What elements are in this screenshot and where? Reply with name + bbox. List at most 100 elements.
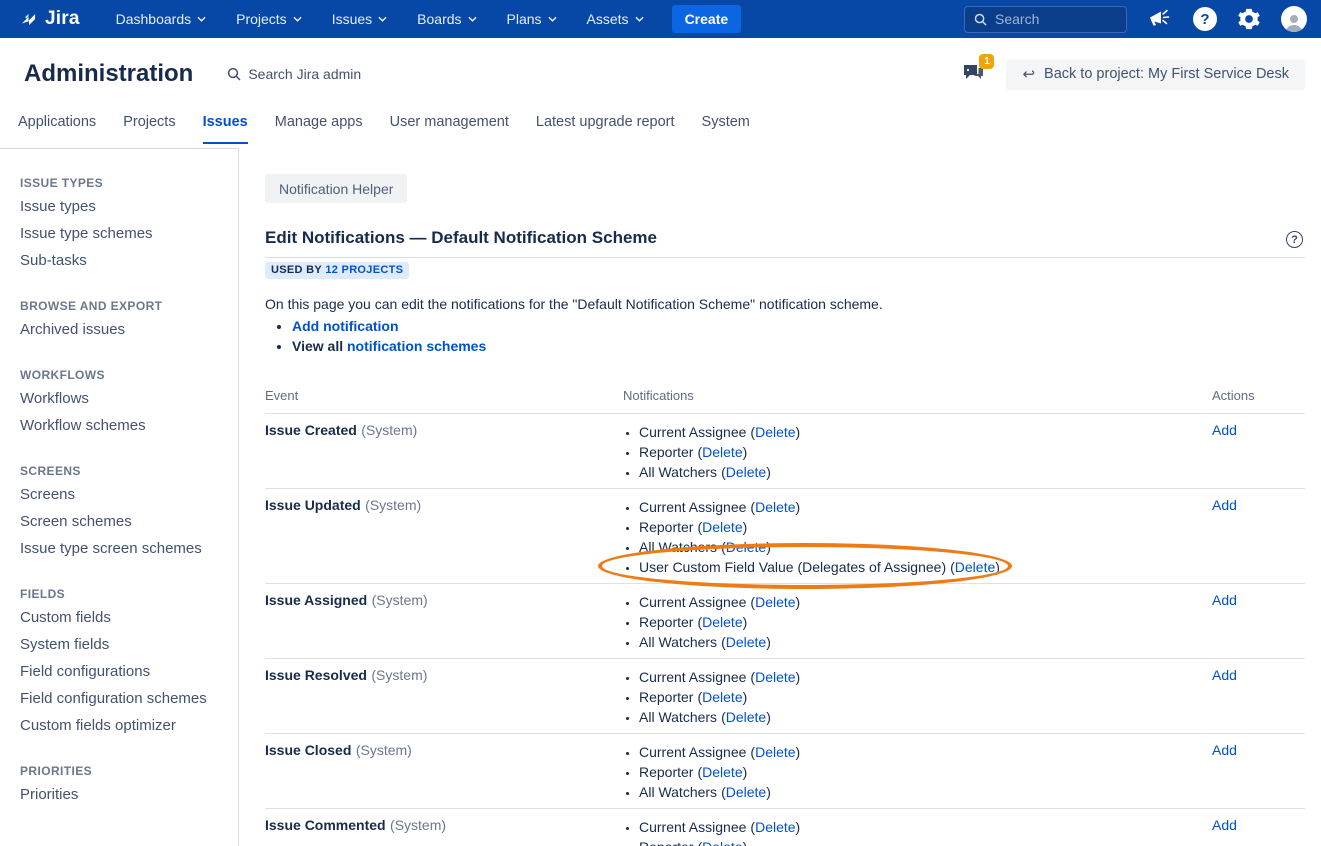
delete-link[interactable]: Delete [702, 839, 742, 846]
admin-header-right: 1 ↩︎ Back to project: My First Service D… [962, 59, 1305, 90]
sidebar-item-sub-tasks[interactable]: Sub-tasks [0, 247, 238, 274]
delete-link[interactable]: Delete [755, 424, 795, 440]
notification-item: Current Assignee(Delete) [639, 497, 1212, 517]
sidebar-section-issue-types: ISSUE TYPES [20, 176, 218, 190]
sidebar-item-issue-types[interactable]: Issue types [0, 193, 238, 220]
delete-link[interactable]: Delete [702, 519, 742, 535]
sidebar-item-issue-type-screen-schemes[interactable]: Issue type screen schemes [0, 535, 238, 562]
sidebar-section-workflows: WORKFLOWS [20, 368, 218, 382]
help-icon[interactable]: ? [1193, 7, 1217, 31]
column-header-event: Event [265, 388, 623, 403]
notification-item: All Watchers(Delete) [639, 707, 1212, 727]
jira-logo-icon [18, 9, 39, 30]
notification-item: Reporter(Delete) [639, 517, 1212, 537]
notification-item: Reporter(Delete) [639, 442, 1212, 462]
delete-link[interactable]: Delete [755, 669, 795, 685]
jira-logo[interactable]: Jira [18, 8, 80, 30]
add-link[interactable]: Add [1212, 497, 1237, 513]
help-icon[interactable]: ? [1286, 231, 1303, 248]
delete-link[interactable]: Delete [702, 689, 742, 705]
delete-link[interactable]: Delete [726, 709, 766, 725]
sidebar-item-workflows[interactable]: Workflows [0, 385, 238, 412]
sidebar-item-field-configuration-schemes[interactable]: Field configuration schemes [0, 685, 238, 712]
tab-manage-apps[interactable]: Manage apps [275, 114, 363, 144]
search-icon [227, 67, 241, 81]
delete-link[interactable]: Delete [755, 499, 795, 515]
delete-link[interactable]: Delete [726, 539, 766, 555]
notification-item: All Watchers(Delete) [639, 632, 1212, 652]
feedback-megaphone-icon[interactable] [1148, 8, 1172, 30]
sidebar-item-issue-type-schemes[interactable]: Issue type schemes [0, 220, 238, 247]
sidebar-item-system-fields[interactable]: System fields [0, 631, 238, 658]
create-button[interactable]: Create [672, 5, 742, 33]
table-row-issue-closed: Issue Closed (System) Current Assignee(D… [265, 734, 1305, 809]
admin-search-input[interactable]: Search Jira admin [227, 66, 361, 82]
sidebar-item-workflow-schemes[interactable]: Workflow schemes [0, 412, 238, 439]
sidebar-item-screen-schemes[interactable]: Screen schemes [0, 508, 238, 535]
sidebar-item-archived-issues[interactable]: Archived issues [0, 316, 238, 343]
top-navigation-bar: Jira Dashboards Projects Issues Boards P… [0, 0, 1321, 38]
add-link[interactable]: Add [1212, 422, 1237, 438]
notification-count-badge: 1 [979, 54, 994, 69]
nav-plans-menu[interactable]: Plans [507, 11, 557, 27]
back-to-project-button[interactable]: ↩︎ Back to project: My First Service Des… [1006, 59, 1305, 90]
delete-link[interactable]: Delete [702, 444, 742, 460]
notification-item: All Watchers(Delete) [639, 462, 1212, 482]
settings-gear-icon[interactable] [1238, 8, 1260, 30]
delete-link[interactable]: Delete [726, 784, 766, 800]
add-link[interactable]: Add [1212, 667, 1237, 683]
sidebar-item-field-configurations[interactable]: Field configurations [0, 658, 238, 685]
notification-schemes-link[interactable]: notification schemes [347, 338, 486, 354]
delete-link[interactable]: Delete [702, 614, 742, 630]
issues-admin-sidebar: ISSUE TYPES Issue types Issue type schem… [0, 148, 239, 846]
used-by-badge[interactable]: USED BY 12 PROJECTS [265, 262, 409, 279]
admin-search-placeholder: Search Jira admin [248, 66, 361, 82]
nav-dashboards-menu[interactable]: Dashboards [116, 11, 207, 27]
search-icon [974, 13, 987, 26]
add-link[interactable]: Add [1212, 742, 1237, 758]
delete-link[interactable]: Delete [755, 819, 795, 835]
tab-latest-upgrade-report[interactable]: Latest upgrade report [536, 114, 675, 144]
feedback-chat-icon[interactable]: 1 [962, 61, 992, 87]
delete-link[interactable]: Delete [755, 594, 795, 610]
table-header-row: Event Notifications Actions [265, 382, 1305, 414]
used-by-projects-link[interactable]: 12 PROJECTS [325, 264, 403, 276]
chevron-down-icon [197, 16, 206, 22]
table-row-issue-commented: Issue Commented (System) Current Assigne… [265, 809, 1305, 846]
nav-projects-menu[interactable]: Projects [236, 11, 302, 27]
add-link[interactable]: Add [1212, 592, 1237, 608]
sidebar-section-screens: SCREENS [20, 464, 218, 478]
chevron-down-icon [548, 16, 557, 22]
tab-applications[interactable]: Applications [18, 114, 96, 144]
tab-projects[interactable]: Projects [123, 114, 175, 144]
delete-link[interactable]: Delete [726, 464, 766, 480]
nav-assets-menu[interactable]: Assets [587, 11, 644, 27]
nav-issues-menu[interactable]: Issues [332, 11, 387, 27]
sidebar-item-screens[interactable]: Screens [0, 481, 238, 508]
nav-boards-menu[interactable]: Boards [417, 11, 476, 27]
notification-item: Reporter(Delete) [639, 687, 1212, 707]
notification-scheme-content: Notification Helper Edit Notifications —… [239, 148, 1321, 846]
table-row-issue-updated: Issue Updated (System) Current Assignee(… [265, 489, 1305, 584]
list-item: Add notification [292, 317, 1305, 337]
sidebar-item-custom-fields-optimizer[interactable]: Custom fields optimizer [0, 712, 238, 739]
delete-link[interactable]: Delete [955, 559, 995, 575]
notification-item: All Watchers(Delete) [639, 537, 1212, 557]
tab-system[interactable]: System [702, 114, 750, 144]
notification-helper-button[interactable]: Notification Helper [265, 174, 407, 203]
tab-user-management[interactable]: User management [390, 114, 509, 144]
sidebar-item-priorities[interactable]: Priorities [0, 781, 238, 808]
delete-link[interactable]: Delete [702, 764, 742, 780]
scheme-heading: Edit Notifications — Default Notificatio… [265, 228, 657, 248]
tab-issues[interactable]: Issues [203, 114, 248, 144]
delete-link[interactable]: Delete [726, 634, 766, 650]
user-avatar[interactable] [1281, 6, 1307, 32]
table-row-issue-created: Issue Created (System) Current Assignee(… [265, 414, 1305, 489]
admin-tab-bar: Applications Projects Issues Manage apps… [0, 110, 1321, 148]
page-title: Administration [24, 60, 193, 88]
add-notification-link[interactable]: Add notification [292, 318, 399, 334]
sidebar-item-custom-fields[interactable]: Custom fields [0, 604, 238, 631]
add-link[interactable]: Add [1212, 817, 1237, 833]
global-search-input[interactable]: Search [964, 6, 1127, 33]
delete-link[interactable]: Delete [755, 744, 795, 760]
